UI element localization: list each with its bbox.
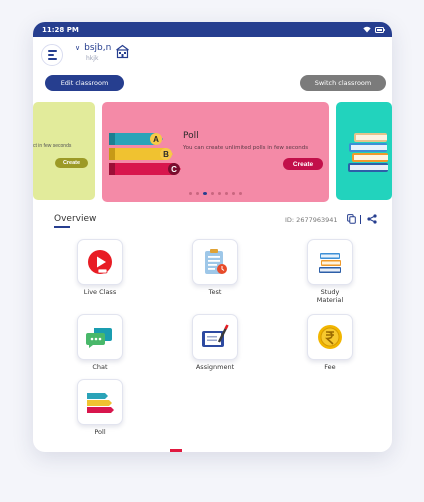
fee-button[interactable]: [307, 314, 353, 360]
carousel-dot[interactable]: [239, 192, 242, 195]
live-class-button[interactable]: [77, 239, 123, 285]
overview-title: Overview: [54, 214, 97, 224]
carousel-dot[interactable]: [196, 192, 199, 195]
class-id: ID: 2677963941: [285, 216, 338, 224]
device-screen: 11:28 PM ∨ bsjb,n hkjk Edit classroom Swi…: [33, 22, 392, 452]
carousel-indicator[interactable]: [102, 192, 329, 195]
classroom-actions: Edit classroom Switch classroom: [33, 75, 392, 91]
tile-study-material[interactable]: Study Material: [290, 239, 370, 304]
menu-icon[interactable]: [41, 44, 63, 66]
tile-assignment[interactable]: Assignment: [175, 314, 255, 371]
status-time: 11:28 PM: [42, 25, 79, 34]
tile-test[interactable]: Test: [175, 239, 255, 296]
battery-icon: [375, 26, 385, 33]
carousel-dot[interactable]: [211, 192, 214, 195]
bottom-indicator: [170, 449, 182, 452]
card-description: ct in few seconds: [33, 143, 72, 149]
chat-button[interactable]: [77, 314, 123, 360]
chat-icon: [86, 328, 112, 348]
live-class-icon: [88, 250, 112, 274]
tile-label: Fee: [324, 363, 336, 371]
card-title: Poll: [183, 131, 199, 141]
chevron-down-icon: ∨: [75, 44, 81, 52]
tile-label: Poll: [94, 428, 106, 436]
assignment-button[interactable]: [192, 314, 238, 360]
carousel-dot-active[interactable]: [203, 192, 207, 195]
status-bar: 11:28 PM: [33, 22, 392, 37]
tile-label: Assignment: [195, 363, 235, 371]
assignment-icon: [202, 324, 229, 347]
school-icon[interactable]: [115, 44, 130, 59]
share-icon[interactable]: [367, 214, 377, 224]
status-icons: [363, 26, 385, 33]
edit-classroom-button[interactable]: Edit classroom: [45, 75, 124, 91]
tile-label: Live Class: [83, 288, 117, 296]
carousel-card-next[interactable]: [336, 102, 392, 200]
books-illustration: [348, 133, 388, 172]
rupee-coin-icon: [318, 325, 342, 349]
poll-icon: [87, 393, 114, 413]
bar-letter-a: A: [153, 135, 159, 144]
wifi-icon: [363, 26, 371, 33]
tile-label: Chat: [92, 363, 108, 371]
bar-letter-c: C: [171, 165, 177, 174]
test-button[interactable]: [192, 239, 238, 285]
app-header: ∨ bsjb,n hkjk: [33, 37, 392, 71]
poll-bars-illustration: A B C: [109, 133, 181, 175]
carousel-dot[interactable]: [225, 192, 228, 195]
feature-carousel[interactable]: ct in few seconds Create A B C Poll You …: [33, 102, 392, 202]
create-button[interactable]: Create: [55, 158, 88, 168]
books-icon: [319, 253, 341, 273]
tile-live-class[interactable]: Live Class: [60, 239, 140, 296]
copy-icon[interactable]: [347, 214, 356, 224]
poll-button[interactable]: [77, 379, 123, 425]
class-subtitle: hkjk: [86, 55, 99, 62]
test-icon: [205, 249, 227, 274]
bar-letter-b: B: [163, 150, 169, 159]
card-description: You can create unlimited polls in few se…: [183, 145, 309, 151]
class-selector[interactable]: ∨ bsjb,n: [75, 43, 111, 53]
create-button[interactable]: Create: [283, 158, 323, 170]
study-material-button[interactable]: [307, 239, 353, 285]
switch-classroom-button[interactable]: Switch classroom: [300, 75, 386, 91]
overview-underline: [54, 226, 70, 228]
carousel-dot[interactable]: [218, 192, 221, 195]
carousel-dot[interactable]: [189, 192, 192, 195]
carousel-dot[interactable]: [232, 192, 235, 195]
carousel-card-previous[interactable]: ct in few seconds Create: [33, 102, 95, 200]
tile-poll[interactable]: Poll: [60, 379, 140, 436]
tile-fee[interactable]: Fee: [290, 314, 370, 371]
tile-label: Study Material: [316, 288, 344, 304]
tile-chat[interactable]: Chat: [60, 314, 140, 371]
tile-label: Test: [208, 288, 222, 296]
divider: [360, 215, 361, 224]
carousel-card-poll[interactable]: A B C Poll You can create unlimited poll…: [102, 102, 329, 202]
